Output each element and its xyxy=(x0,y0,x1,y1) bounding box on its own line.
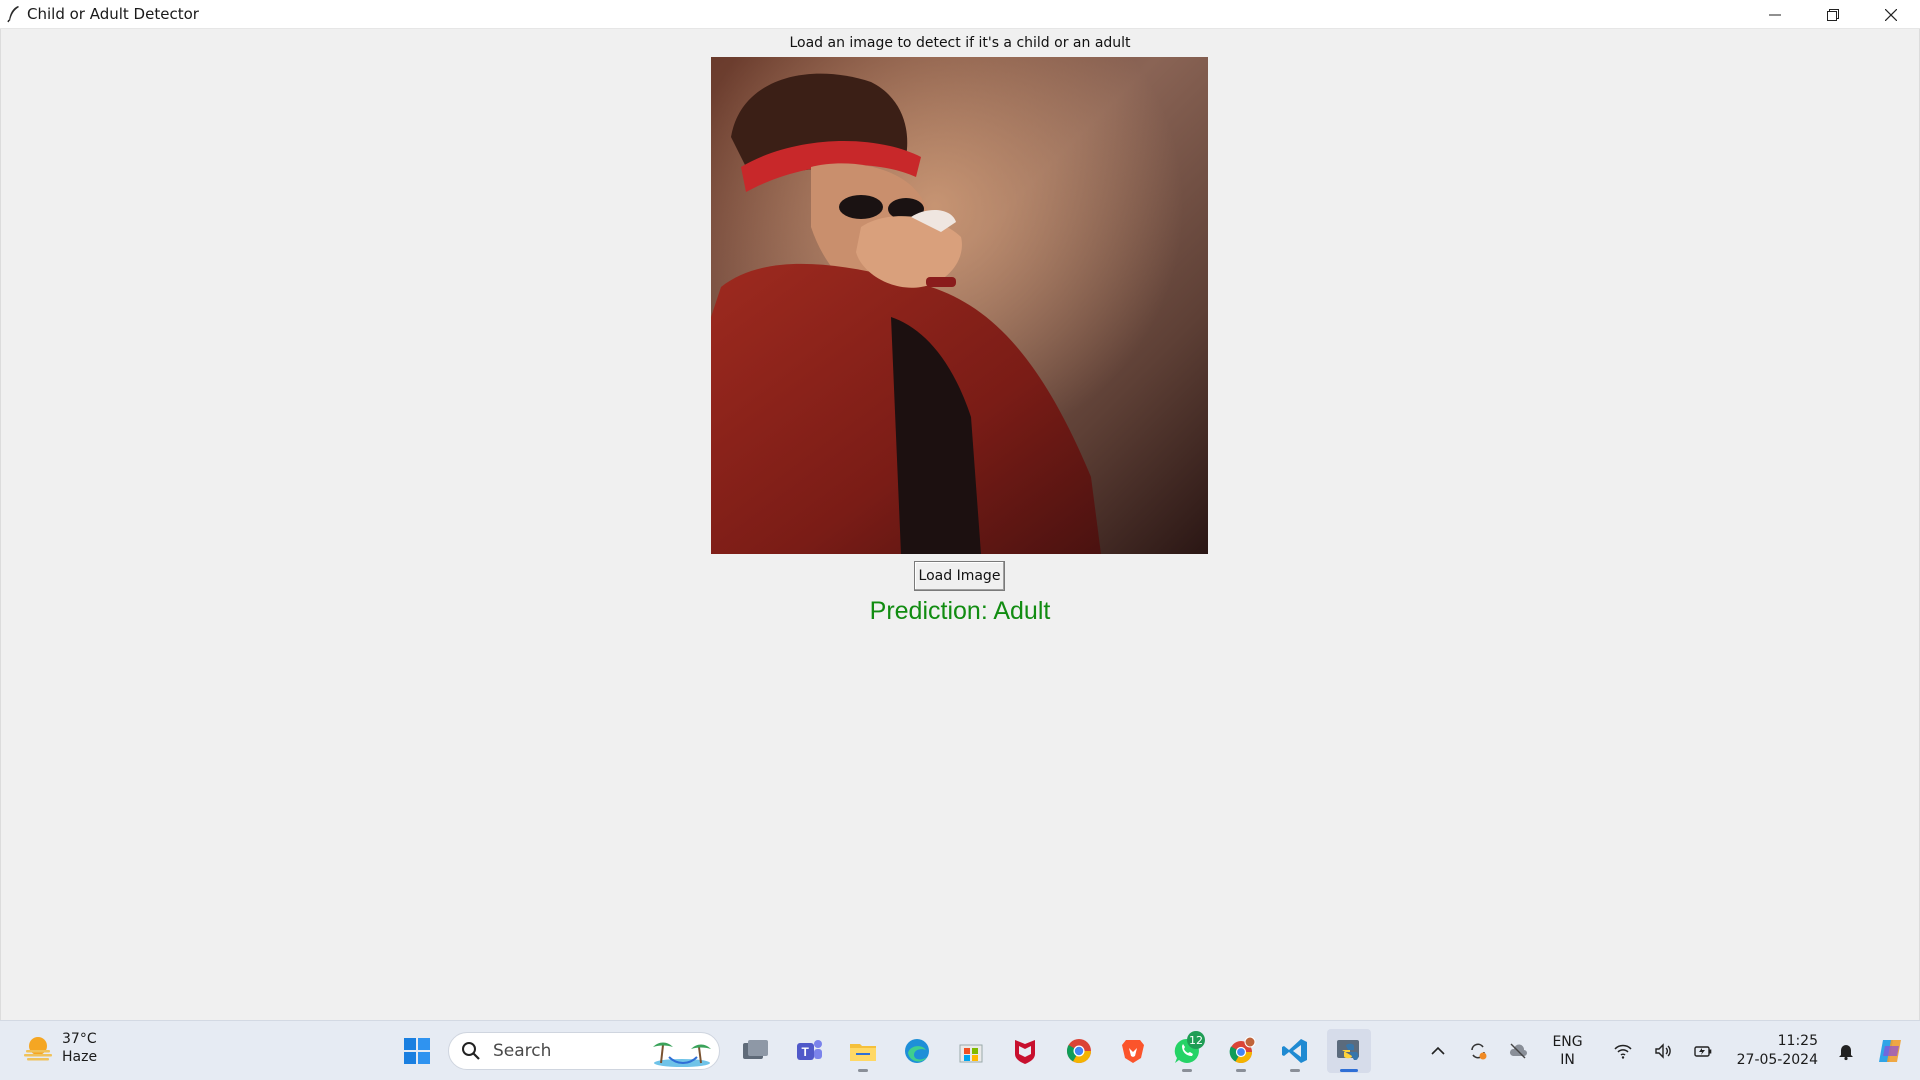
active-indicator xyxy=(1340,1069,1358,1072)
volume-tray-button[interactable] xyxy=(1651,1039,1675,1063)
start-button[interactable] xyxy=(395,1029,439,1073)
system-tray: ENG IN 11:25 27-05-2024 xyxy=(1418,1021,1920,1080)
restore-button[interactable] xyxy=(1804,0,1862,29)
chrome-icon xyxy=(1066,1039,1091,1064)
python-app-button[interactable] xyxy=(1327,1029,1371,1073)
store-button[interactable] xyxy=(949,1029,993,1073)
close-button[interactable] xyxy=(1862,0,1920,29)
show-hidden-icons-button[interactable] xyxy=(1426,1039,1450,1063)
clock-time: 11:25 xyxy=(1777,1033,1818,1049)
chrome-button[interactable] xyxy=(1057,1029,1101,1073)
sync-tray-button[interactable] xyxy=(1466,1039,1490,1063)
wifi-icon xyxy=(1614,1044,1632,1059)
brave-lion-icon xyxy=(1122,1040,1144,1063)
python-tk-icon xyxy=(1337,1040,1359,1060)
mcafee-button[interactable] xyxy=(1003,1029,1047,1073)
load-image-button[interactable]: Load Image xyxy=(914,561,1005,591)
task-view-button[interactable] xyxy=(733,1029,777,1073)
sync-icon xyxy=(1471,1043,1487,1060)
clock-date: 27-05-2024 xyxy=(1736,1052,1818,1068)
copilot-button[interactable] xyxy=(1874,1035,1906,1067)
search-icon xyxy=(462,1042,480,1060)
bell-icon xyxy=(1839,1045,1853,1061)
minimize-icon xyxy=(1769,14,1781,15)
speaker-icon xyxy=(1654,1043,1671,1059)
portrait-photo xyxy=(711,57,1208,554)
window-controls xyxy=(1746,0,1920,29)
loaded-image xyxy=(711,57,1208,554)
cloud-offline-icon xyxy=(1510,1043,1528,1059)
file-explorer-button[interactable] xyxy=(841,1029,885,1073)
clock[interactable]: 11:25 27-05-2024 xyxy=(1737,1032,1818,1070)
teams-icon: T xyxy=(797,1040,822,1060)
vscode-icon xyxy=(1282,1039,1307,1063)
region-code: IN xyxy=(1560,1052,1575,1068)
app-client-area: Load an image to detect if it's a child … xyxy=(0,29,1920,1020)
folder-icon xyxy=(850,1044,876,1061)
haze-sun-icon xyxy=(24,1037,52,1061)
instruction-label: Load an image to detect if it's a child … xyxy=(789,35,1131,51)
whatsapp-unread-badge: 12 xyxy=(1187,1031,1205,1049)
title-bar: Child or Adult Detector xyxy=(0,0,1920,29)
running-indicator xyxy=(1182,1069,1192,1072)
restore-icon xyxy=(1827,8,1839,21)
notifications-button[interactable] xyxy=(1834,1039,1858,1063)
minimize-button[interactable] xyxy=(1746,0,1804,29)
chrome-profile-icon xyxy=(1229,1036,1256,1063)
microsoft-store-icon xyxy=(959,1044,983,1063)
battery-charging-icon xyxy=(1693,1046,1711,1057)
running-indicator xyxy=(1236,1069,1246,1072)
whatsapp-button[interactable]: 12 xyxy=(1165,1029,1209,1073)
svg-text:T: T xyxy=(802,1045,810,1059)
language-code: ENG xyxy=(1552,1034,1583,1050)
brave-button[interactable] xyxy=(1111,1029,1155,1073)
feather-app-icon xyxy=(7,6,19,23)
edge-icon xyxy=(905,1039,929,1063)
close-icon xyxy=(1885,8,1897,21)
vscode-button[interactable] xyxy=(1273,1029,1317,1073)
taskbar-apps: Search T 12 xyxy=(390,1029,1376,1073)
search-placeholder: Search xyxy=(493,1041,552,1061)
weather-temperature: 37°C xyxy=(62,1031,97,1047)
task-view-icon xyxy=(743,1040,768,1059)
teams-button[interactable]: T xyxy=(787,1029,831,1073)
running-indicator xyxy=(858,1069,868,1072)
battery-tray-button[interactable] xyxy=(1691,1039,1715,1063)
taskbar: 37°C Haze Search T 12 ENG IN 11:25 27-05… xyxy=(0,1020,1920,1080)
prediction-label: Prediction: Adult xyxy=(869,597,1051,625)
window-title: Child or Adult Detector xyxy=(27,5,199,23)
running-indicator xyxy=(1290,1069,1300,1072)
taskbar-search[interactable]: Search xyxy=(448,1032,720,1070)
wifi-tray-button[interactable] xyxy=(1611,1039,1635,1063)
copilot-icon xyxy=(1879,1040,1901,1062)
mcafee-shield-icon xyxy=(1015,1040,1035,1064)
windows-start-icon xyxy=(404,1038,430,1064)
weather-widget[interactable]: 37°C Haze xyxy=(22,1030,97,1066)
weather-condition: Haze xyxy=(62,1049,98,1065)
chrome-profile-button[interactable] xyxy=(1219,1029,1263,1073)
onedrive-tray-button[interactable] xyxy=(1506,1039,1530,1063)
edge-button[interactable] xyxy=(895,1029,939,1073)
search-highlight-beach-icon xyxy=(653,1042,711,1067)
language-indicator[interactable]: ENG IN xyxy=(1552,1033,1582,1069)
chevron-up-icon xyxy=(1431,1046,1446,1055)
